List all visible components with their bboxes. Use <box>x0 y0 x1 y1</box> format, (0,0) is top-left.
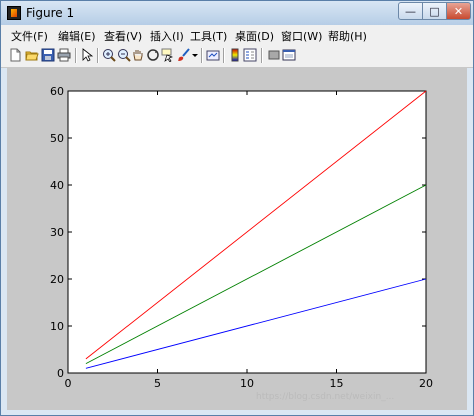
menu-window[interactable]: 窗口(W) <box>281 28 322 44</box>
plot-svg: 0 5 10 15 20 0 10 20 30 40 50 60 <box>50 85 433 390</box>
menu-help[interactable]: 帮助(H) <box>328 28 367 44</box>
open-file-icon[interactable] <box>25 48 39 62</box>
toolbar-separator <box>75 48 77 63</box>
print-icon[interactable] <box>57 48 71 62</box>
y-tick-label: 50 <box>50 132 64 145</box>
rotate-3d-icon[interactable] <box>146 48 160 62</box>
new-figure-icon[interactable] <box>8 48 22 62</box>
pan-hand-icon[interactable] <box>131 48 145 62</box>
x-tick-label: 20 <box>419 377 433 390</box>
maximize-button[interactable]: □ <box>422 2 447 20</box>
window-title: Figure 1 <box>26 6 75 20</box>
toolbar-separator <box>201 48 203 63</box>
hide-plot-tools-icon[interactable] <box>267 48 281 62</box>
data-cursor-icon[interactable] <box>161 48 175 62</box>
watermark-text: https://blog.csdn.net/weixin_... <box>256 392 395 402</box>
x-tick-label: 5 <box>154 377 161 390</box>
y-tick-label: 0 <box>57 367 64 380</box>
colorbar-icon[interactable] <box>228 48 242 62</box>
close-button[interactable]: ✕ <box>446 2 471 20</box>
menu-tools[interactable]: 工具(T) <box>190 28 227 44</box>
menu-view[interactable]: 查看(V) <box>104 28 142 44</box>
matlab-figure-icon <box>7 6 21 20</box>
toolbar-separator <box>97 48 99 63</box>
save-icon[interactable] <box>41 48 55 62</box>
title-bar[interactable]: Figure 1 — □ ✕ <box>1 1 473 25</box>
x-tick-label: 10 <box>240 377 254 390</box>
y-tick-label: 10 <box>50 320 64 333</box>
x-tick-label: 0 <box>65 377 72 390</box>
brush-icon[interactable] <box>177 48 191 62</box>
edit-plot-arrow-icon[interactable] <box>80 48 94 62</box>
y-tick-label: 20 <box>50 273 64 286</box>
menu-desktop[interactable]: 桌面(D) <box>235 28 274 44</box>
brush-dropdown-icon[interactable] <box>191 48 199 62</box>
legend-icon[interactable] <box>243 48 257 62</box>
menu-edit[interactable]: 编辑(E) <box>58 28 96 44</box>
toolbar-separator <box>261 48 263 63</box>
x-tick-label: 15 <box>330 377 344 390</box>
y-tick-label: 60 <box>50 85 64 98</box>
menu-insert[interactable]: 插入(I) <box>150 28 184 44</box>
figure-toolbar <box>1 45 473 68</box>
link-plot-icon[interactable] <box>206 48 220 62</box>
figure-canvas: 0 5 10 15 20 0 10 20 30 40 50 60 <box>7 68 467 410</box>
show-plot-tools-icon[interactable] <box>282 48 296 62</box>
y-tick-label: 40 <box>50 179 64 192</box>
toolbar-separator <box>223 48 225 63</box>
menu-bar: 文件(F) 编辑(E) 查看(V) 插入(I) 工具(T) 桌面(D) 窗口(W… <box>1 25 473 46</box>
minimize-button[interactable]: — <box>398 2 423 20</box>
zoom-out-icon[interactable] <box>117 48 131 62</box>
menu-file[interactable]: 文件(F) <box>11 28 48 44</box>
figure-window: Figure 1 — □ ✕ 文件(F) 编辑(E) 查看(V) 插入(I) 工… <box>0 0 474 416</box>
y-tick-label: 30 <box>50 226 64 239</box>
zoom-in-icon[interactable] <box>102 48 116 62</box>
